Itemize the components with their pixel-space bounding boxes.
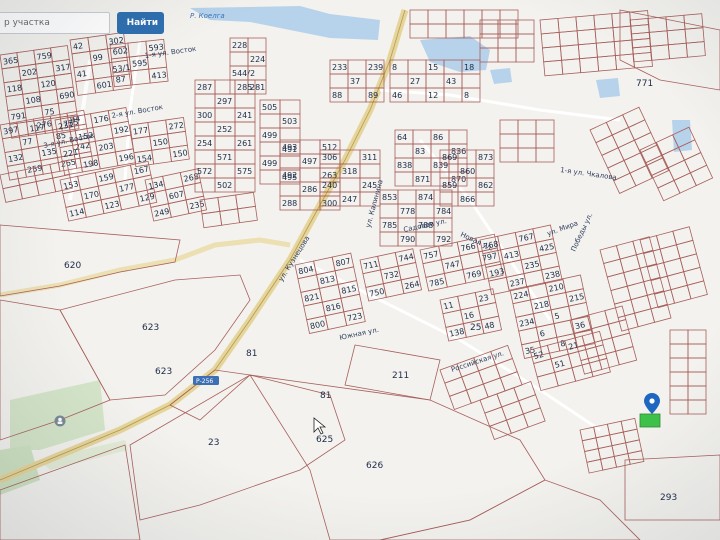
parcel-label: 286 [302,185,317,194]
parcel-label: 493 [282,143,297,152]
parcel-label: 853 [382,193,397,202]
parcel-label: 263 [322,171,337,180]
parcel-label: 233 [332,63,347,72]
parcel-label: 46 [392,91,402,100]
parcel-label: 625 [316,435,333,445]
parcel-label: 25 [470,323,481,333]
parcel-label: 41 [76,69,87,79]
parcel-label: 37 [350,77,360,86]
parcel-label: 224 [250,55,265,64]
parcel-label: 27 [410,77,420,86]
parcel-label: 43 [446,77,456,86]
parcel-label: 300 [197,111,212,120]
parcel-label: 499 [262,131,277,140]
parcel-label: 778 [400,207,415,216]
parcel-label: 497 [302,157,317,166]
parcel-label: 18 [464,63,474,72]
parcel-label: 89 [368,91,378,100]
parcel-label: 792 [436,235,451,244]
parcel-label: 771 [636,79,653,89]
parcel-label: 784 [436,207,451,216]
highway-shield: Р-256 [193,376,219,385]
parcel-label: 311 [362,153,377,162]
selected-parcel[interactable] [639,413,661,428]
parcel-label: 571 [217,153,232,162]
parcel-label: 261 [237,139,252,148]
parcel-label: 228 [232,41,247,50]
parcel-label: 318 [342,167,357,176]
parcel-label: 623 [142,323,159,333]
parcel-label: 492 [282,171,297,180]
parcel-label: 862 [478,181,493,190]
parcel-label: 281 [250,83,265,92]
parcel-label: 88 [332,91,342,100]
parcel-label: 83 [415,147,425,156]
parcel-label: 306 [322,153,337,162]
parcel-label: 77 [22,137,34,148]
parcel-label: 247 [342,195,357,204]
parcel-label: 626 [366,461,383,471]
parcel-label: 254 [197,139,212,148]
parcel-label: 293 [660,493,677,503]
parcel-label: 838 [397,161,412,170]
parcel-label: 620 [64,261,81,271]
parcel-label: 505 [262,103,277,112]
parcel-label: 287 [197,83,212,92]
parcel-label: 23 [208,438,219,448]
parcel-label: 64 [397,133,407,142]
parcel-label: 288 [282,199,297,208]
parcel-label: 874 [418,193,433,202]
search-icon [123,22,124,24]
parcel-label: 512 [322,143,337,152]
parcel-label: 8 [464,91,469,100]
parcel-label: 99 [92,53,103,63]
parcel-label: 86 [433,133,443,142]
parcel-label: 8 [392,63,397,72]
parcel-label: 81 [320,391,331,401]
parcel-label: 572 [197,167,212,176]
parcel-label: 869 [442,153,457,162]
parcel-label: 241 [237,111,252,120]
parcel-label: 81 [246,349,257,359]
search-input[interactable] [0,12,110,34]
poi-icon [54,415,66,427]
parcel-label: 297 [217,97,232,106]
parcel-label: 871 [415,175,430,184]
parcel-label: 300 [322,199,337,208]
parcel-label: 42 [72,41,83,51]
parcel-label: 790 [400,235,415,244]
parcel-label: 239 [368,63,383,72]
parcel-label: 503 [282,117,297,126]
parcel-label: 15 [428,63,438,72]
parcel-label: 499 [262,159,277,168]
parcel-label: 502 [217,181,232,190]
parcel-label: 602 [112,46,128,57]
parcel-label: 785 [382,221,397,230]
river-label: Р. Коелга [190,12,225,20]
parcel-label: 413 [151,70,167,81]
svg-text:Р-256: Р-256 [196,378,213,385]
search-button-label: Найти [126,18,158,28]
parcel-label: 544/2 [232,69,255,78]
parcel-label: 873 [478,153,493,162]
parcel-label: 860 [460,167,475,176]
parcel-label: 623 [155,367,172,377]
parcel-label: 285 [237,83,252,92]
parcel-label: 575 [237,167,252,176]
parcel-label: 859 [442,181,457,190]
parcel-label: 252 [217,125,232,134]
parcel-label: 211 [392,371,409,381]
cadastral-map[interactable]: 365 759202 317118 120108 690791 75117 73542 302… [0,0,720,540]
parcel-label: 12 [428,91,438,100]
parcel-label: 839 [433,161,448,170]
search-button[interactable]: Найти [117,12,164,34]
parcel-label: 866 [460,195,475,204]
parcel-label: 240 [322,181,337,190]
parcel-label: 87 [115,75,126,85]
